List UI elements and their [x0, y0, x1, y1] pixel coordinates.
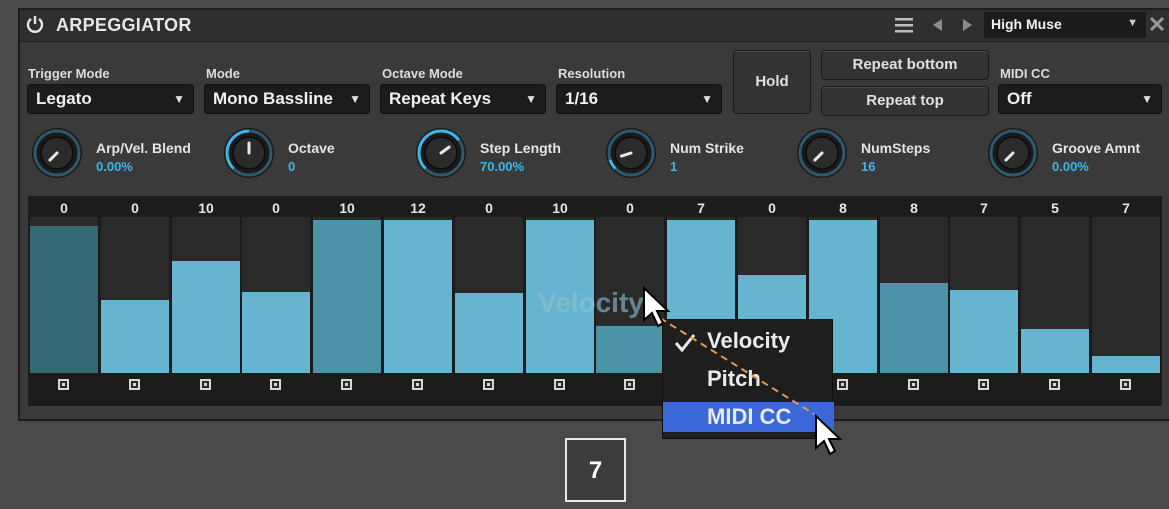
- mouse-cursor-icon: [642, 285, 672, 330]
- drag-path-overlay: [659, 317, 815, 415]
- step-number-badge: 7: [565, 438, 626, 502]
- mouse-cursor-icon: [814, 413, 844, 458]
